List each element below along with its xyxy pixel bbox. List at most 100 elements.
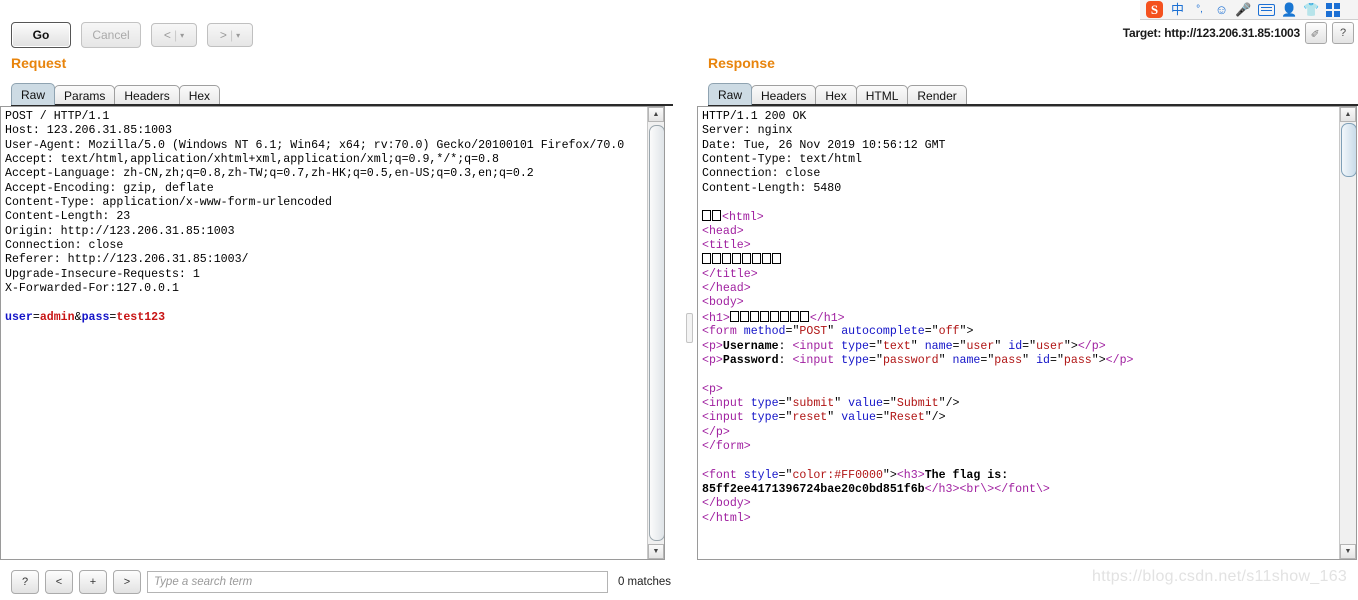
code-token: autocomplete <box>841 325 925 339</box>
edit-target-button[interactable]: ✏ <box>1305 22 1327 44</box>
code-token: Accept: text/html,application/xhtml+xml,… <box>5 153 499 167</box>
unrenderable-char <box>742 253 751 265</box>
code-token: Accept-Language: zh-CN,zh;q=0.8,zh-TW;q=… <box>5 167 534 181</box>
keyboard-icon[interactable] <box>1258 3 1275 16</box>
forward-button[interactable]: > | ▾ <box>207 23 253 47</box>
sogou-logo-icon[interactable]: S <box>1146 1 1163 18</box>
toolbox-icon[interactable] <box>1326 2 1340 17</box>
code-token: admin <box>39 310 75 324</box>
back-label: < <box>163 28 171 42</box>
request-tab-headers[interactable]: Headers <box>114 85 180 105</box>
response-tab-raw[interactable]: Raw <box>708 83 753 105</box>
back-button[interactable]: < | ▾ <box>151 23 197 47</box>
unrenderable-char <box>712 253 721 265</box>
code-line: Connection: close <box>5 239 642 253</box>
code-token: <form <box>702 325 744 339</box>
code-token: </head> <box>702 282 751 296</box>
user-icon[interactable]: 👤 <box>1281 3 1297 16</box>
code-token: password <box>882 353 939 367</box>
code-line: </html> <box>702 512 1334 526</box>
chinese-mode-icon[interactable]: 中 <box>1170 3 1185 16</box>
cancel-button[interactable]: Cancel <box>81 22 141 48</box>
code-token: Referer: http://123.206.31.85:1003/ <box>5 253 249 267</box>
code-token: <input <box>702 396 751 410</box>
code-token: <p> <box>702 353 723 367</box>
scroll-up-icon[interactable]: ▲ <box>1340 107 1356 122</box>
unrenderable-char <box>712 210 721 222</box>
code-token: X-Forwarded-For:127.0.0.1 <box>5 282 179 296</box>
code-token: value <box>848 396 883 410</box>
response-editor[interactable]: HTTP/1.1 200 OK Server: nginx Date: Tue, 2… <box>697 106 1357 560</box>
pencil-icon: ✏ <box>1308 25 1324 41</box>
code-line: <title> <box>702 239 1334 253</box>
pane-divider-handle[interactable] <box>686 312 693 343</box>
response-tab-render[interactable]: Render <box>907 85 967 105</box>
code-token: 85ff2ee4171396724bae20c0bd851f6b <box>702 482 925 496</box>
request-search-next-button[interactable]: > <box>113 570 141 594</box>
scroll-down-icon[interactable]: ▼ <box>1340 544 1356 559</box>
code-line: Host: 123.206.31.85:1003 <box>5 124 642 138</box>
punctuation-toggle-icon[interactable]: °, <box>1192 4 1207 15</box>
request-tab-hex[interactable]: Hex <box>178 85 221 105</box>
go-button[interactable]: Go <box>11 22 71 48</box>
code-token: =" <box>778 396 793 410</box>
code-token: user <box>1036 339 1064 353</box>
help-button[interactable]: ? <box>1332 22 1354 44</box>
code-token: name <box>924 339 953 353</box>
unrenderable-char <box>762 253 771 265</box>
unrenderable-char <box>729 310 739 322</box>
code-token: </p> <box>1077 339 1106 353</box>
code-token: color:#FF0000 <box>792 468 883 482</box>
emoji-icon[interactable]: ☺ <box>1214 3 1229 16</box>
request-tab-params[interactable]: Params <box>54 85 116 105</box>
code-token: </body> <box>702 497 751 511</box>
code-line: Upgrade-Insecure-Requests: 1 <box>5 268 642 282</box>
code-token: =" <box>869 353 883 367</box>
response-scroll-thumb[interactable] <box>1341 123 1356 177</box>
chevron-down-icon[interactable]: ▾ <box>236 31 240 40</box>
request-search-add-button[interactable]: + <box>79 570 107 594</box>
request-search-input[interactable]: Type a search term <box>147 571 608 593</box>
code-line: Accept-Language: zh-CN,zh;q=0.8,zh-TW;q=… <box>5 167 642 181</box>
code-line: user=admin&pass=test123 <box>5 311 642 325</box>
response-tab-hex[interactable]: Hex <box>815 85 857 105</box>
code-line: POST / HTTP/1.1 <box>5 110 642 124</box>
code-token: Content-Type: text/html <box>702 153 863 167</box>
request-search-help-button[interactable]: ? <box>11 570 39 594</box>
code-token: <p> <box>702 382 723 396</box>
code-line: Content-Length: 23 <box>5 210 642 224</box>
code-token: </html> <box>702 511 751 525</box>
code-line: 85ff2ee4171396724bae20c0bd851f6b</h3><br… <box>702 483 1334 497</box>
code-token: type <box>841 353 870 367</box>
response-scrollbar[interactable]: ▲ ▼ <box>1339 107 1356 559</box>
response-tab-headers[interactable]: Headers <box>751 85 817 105</box>
code-token: <p> <box>702 339 723 353</box>
code-token: =" <box>1049 353 1064 367</box>
code-token: =" <box>778 411 793 425</box>
request-scrollbar[interactable]: ▲ ▼ <box>647 107 664 559</box>
microphone-icon[interactable]: 🎤 <box>1235 3 1251 16</box>
code-token: Password <box>722 353 779 367</box>
request-editor[interactable]: POST / HTTP/1.1 Host: 123.206.31.85:1003 U… <box>0 106 665 560</box>
code-line: <body> <box>702 296 1334 310</box>
chevron-down-icon[interactable]: ▾ <box>180 31 184 40</box>
scroll-down-icon[interactable]: ▼ <box>648 544 664 559</box>
burp-repeater-window: S 中 °, ☺ 🎤 👤 👕 Target: http://123.206.31… <box>0 0 1358 598</box>
code-token: <h3> <box>896 468 925 482</box>
code-token: POST / HTTP/1.1 <box>5 110 110 123</box>
response-tab-html[interactable]: HTML <box>855 85 909 105</box>
unrenderable-char <box>752 253 761 265</box>
scroll-up-icon[interactable]: ▲ <box>648 107 664 122</box>
code-token: <input <box>792 353 842 367</box>
skin-icon[interactable]: 👕 <box>1303 3 1319 16</box>
code-token: =" <box>1022 339 1037 353</box>
code-token: user <box>966 339 995 353</box>
code-token: & <box>74 310 82 324</box>
request-search-prev-button[interactable]: < <box>45 570 73 594</box>
code-line: <h1> </h1> <box>702 310 1334 325</box>
code-token: User-Agent: Mozilla/5.0 (Windows NT 6.1;… <box>5 138 625 152</box>
request-tab-raw[interactable]: Raw <box>11 83 56 105</box>
request-scroll-thumb[interactable] <box>649 125 664 541</box>
code-line: Referer: http://123.206.31.85:1003/ <box>5 253 642 267</box>
code-line <box>702 253 1334 267</box>
